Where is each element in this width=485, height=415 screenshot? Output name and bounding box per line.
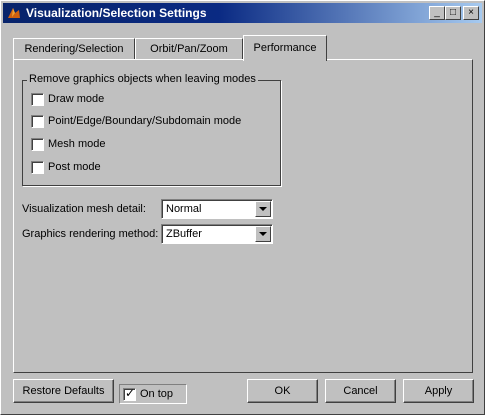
on-top-checkbox[interactable]: ✓ — [123, 386, 136, 401]
minimize-button[interactable]: _ — [429, 6, 445, 20]
on-top-label: On top — [140, 388, 174, 400]
apply-button[interactable]: Apply — [403, 379, 474, 403]
performance-panel — [13, 59, 473, 373]
on-top-group: ✓ On top — [119, 384, 187, 404]
close-button[interactable]: × — [463, 6, 479, 20]
restore-defaults-button[interactable]: Restore Defaults — [13, 379, 114, 403]
cancel-button[interactable]: Cancel — [325, 379, 396, 403]
ok-button[interactable]: OK — [247, 379, 318, 403]
app-logo-icon — [8, 8, 20, 18]
tab-rendering-selection[interactable]: Rendering/Selection — [13, 38, 135, 60]
tab-orbit-pan-zoom[interactable]: Orbit/Pan/Zoom — [135, 38, 243, 60]
title-bar[interactable]: Visualization/Selection Settings _ □ × — [3, 3, 482, 23]
checkmark-icon: ✓ — [125, 386, 136, 400]
settings-dialog: Visualization/Selection Settings _ □ × R… — [0, 0, 485, 415]
maximize-button[interactable]: □ — [445, 6, 461, 20]
tab-performance[interactable]: Performance — [243, 35, 327, 61]
remove-graphics-group-title: Remove graphics objects when leaving mod… — [27, 73, 258, 85]
window-title: Visualization/Selection Settings — [26, 6, 207, 20]
